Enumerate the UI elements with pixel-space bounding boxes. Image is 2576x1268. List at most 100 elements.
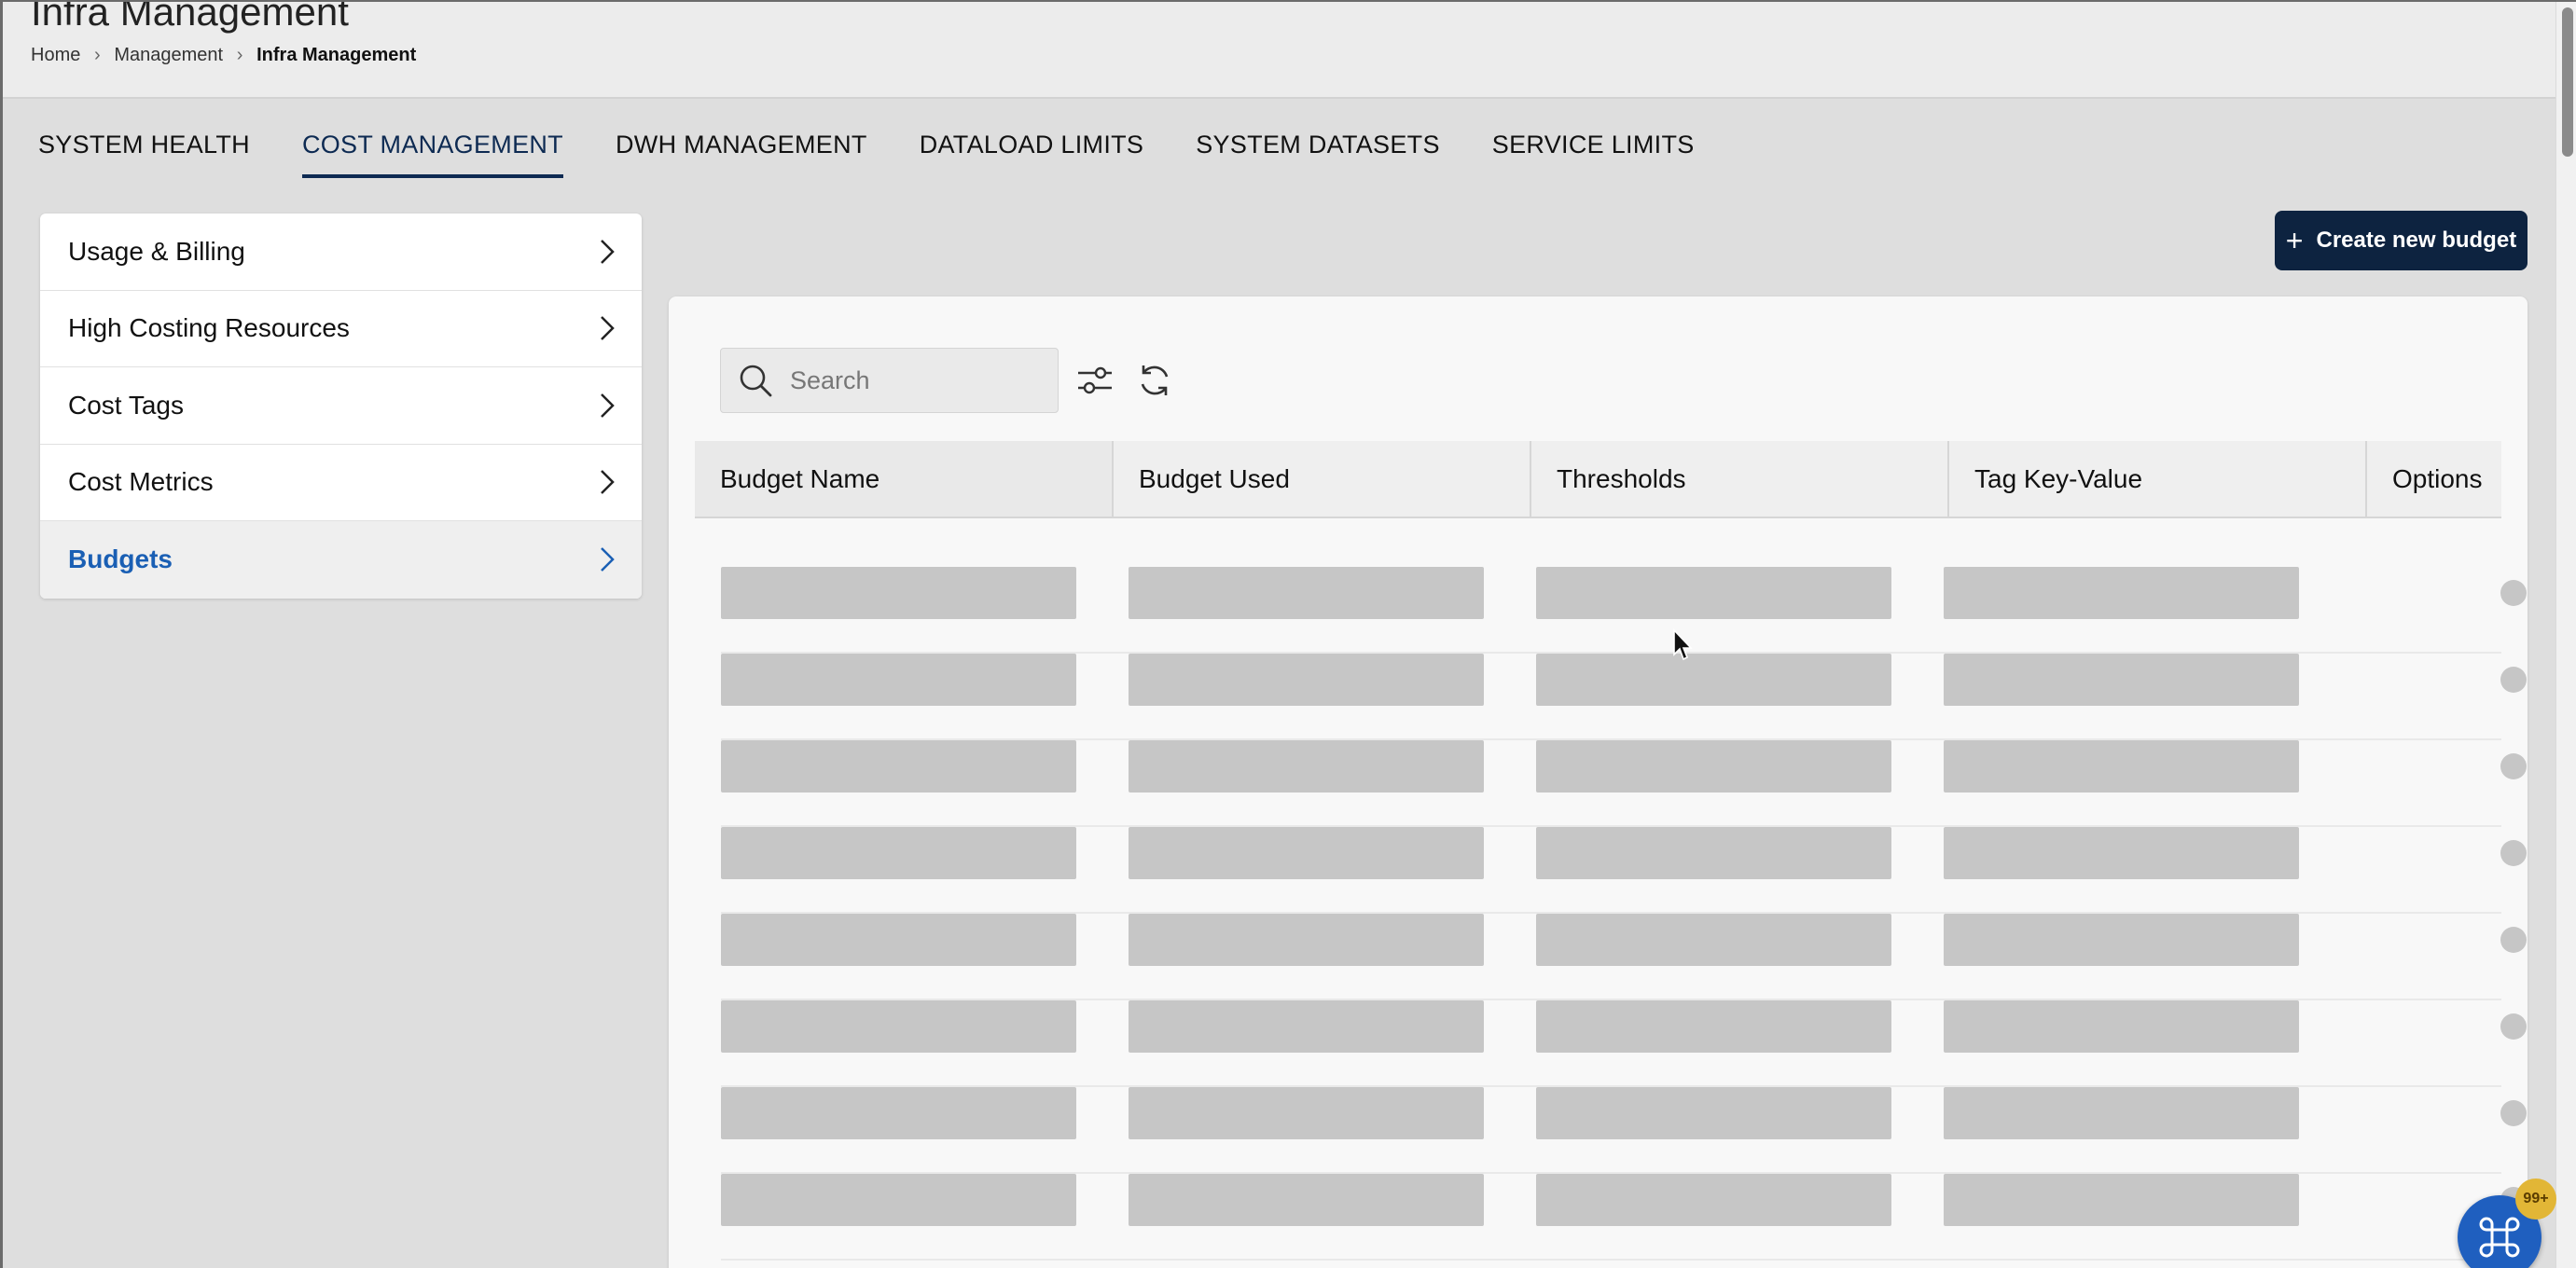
chevron-right-icon — [601, 470, 615, 495]
tab-dwh-management[interactable]: DWH MANAGEMENT — [616, 121, 867, 178]
skeleton-cell — [721, 567, 1076, 619]
chevron-right-icon — [601, 316, 615, 341]
chevron-right-icon — [601, 239, 615, 264]
breadcrumb-current: Infra Management — [256, 45, 417, 65]
skeleton-cell — [721, 1174, 1076, 1226]
skeleton-cell — [1129, 654, 1484, 706]
table-row — [721, 1174, 2527, 1261]
skeleton-cell — [1536, 1000, 1891, 1053]
sidebar-item-label: Cost Tags — [68, 390, 184, 420]
tab-system-datasets[interactable]: SYSTEM DATASETS — [1196, 121, 1440, 178]
skeleton-cell — [721, 914, 1076, 966]
skeleton-cell — [1536, 740, 1891, 792]
breadcrumb-home[interactable]: Home — [31, 45, 80, 66]
skeleton-cell — [721, 654, 1076, 706]
skeleton-options-dot — [2500, 840, 2527, 866]
skeleton-cell — [1536, 914, 1891, 966]
skeleton-options-dot — [2500, 667, 2527, 693]
sidebar-item-high-costing-resources[interactable]: High Costing Resources — [40, 291, 642, 367]
sidebar-item-label: Cost Metrics — [68, 467, 214, 497]
skeleton-cell — [1944, 1174, 2299, 1226]
create-new-budget-label: Create new budget — [2316, 227, 2517, 253]
search-icon — [740, 365, 772, 397]
skeleton-cell — [721, 1087, 1076, 1139]
mouse-cursor-icon — [1673, 628, 1693, 661]
table-row — [721, 1087, 2527, 1174]
tab-dataload-limits[interactable]: DATALOAD LIMITS — [920, 121, 1144, 178]
search-input[interactable] — [788, 365, 1040, 396]
table-row — [721, 654, 2527, 740]
table-row — [721, 914, 2527, 1000]
breadcrumb-management[interactable]: Management — [114, 45, 223, 66]
skeleton-cell — [1129, 1087, 1484, 1139]
main-tabs: SYSTEM HEALTH COST MANAGEMENT DWH MANAGE… — [38, 121, 1747, 178]
page-title: Infra Management — [31, 0, 349, 34]
sidebar-item-label: Budgets — [68, 544, 173, 574]
skeleton-cell — [1536, 567, 1891, 619]
skeleton-cell — [721, 740, 1076, 792]
cost-sidebar: Usage & Billing High Costing Resources C… — [40, 214, 642, 599]
app-page: Infra Management Home › Management › Inf… — [0, 0, 2576, 1268]
skeleton-cell — [1129, 567, 1484, 619]
sidebar-item-label: High Costing Resources — [68, 313, 350, 343]
chevron-right-icon — [601, 393, 615, 418]
column-header-budget-used[interactable]: Budget Used — [1114, 441, 1531, 517]
skeleton-cell — [1944, 1087, 2299, 1139]
skeleton-cell — [1944, 914, 2299, 966]
skeleton-options-dot — [2500, 1100, 2527, 1126]
skeleton-cell — [1536, 1087, 1891, 1139]
sliders-icon[interactable] — [1076, 362, 1114, 399]
skeleton-cell — [1536, 654, 1891, 706]
budgets-card: Budget Name Budget Used Thresholds Tag K… — [669, 296, 2528, 1268]
skeleton-cell — [1944, 567, 2299, 619]
refresh-icon[interactable] — [1136, 362, 1173, 399]
table-row — [721, 827, 2527, 914]
table-body — [721, 567, 2527, 1261]
tab-service-limits[interactable]: SERVICE LIMITS — [1492, 121, 1695, 178]
skeleton-cell — [1536, 827, 1891, 879]
search-box[interactable] — [720, 348, 1059, 413]
column-header-budget-name[interactable]: Budget Name — [695, 441, 1114, 517]
skeleton-options-dot — [2500, 753, 2527, 779]
sidebar-item-budgets[interactable]: Budgets — [40, 521, 642, 599]
breadcrumb-separator-icon: › — [94, 45, 101, 65]
create-new-budget-button[interactable]: + Create new budget — [2275, 211, 2528, 270]
table-row — [721, 740, 2527, 827]
skeleton-cell — [1129, 1174, 1484, 1226]
column-header-options[interactable]: Options — [2367, 441, 2501, 517]
table-row — [721, 567, 2527, 654]
tab-system-health[interactable]: SYSTEM HEALTH — [38, 121, 250, 178]
skeleton-cell — [1944, 654, 2299, 706]
skeleton-options-dot — [2500, 1013, 2527, 1040]
breadcrumb: Home › Management › Infra Management — [31, 45, 416, 66]
skeleton-options-dot — [2500, 927, 2527, 953]
skeleton-cell — [721, 1000, 1076, 1053]
skeleton-cell — [1944, 1000, 2299, 1053]
page-scrollbar[interactable] — [2555, 2, 2576, 1268]
tab-cost-management[interactable]: COST MANAGEMENT — [301, 121, 563, 178]
sidebar-item-cost-metrics[interactable]: Cost Metrics — [40, 445, 642, 521]
skeleton-cell — [1129, 914, 1484, 966]
skeleton-cell — [1944, 827, 2299, 879]
column-header-thresholds[interactable]: Thresholds — [1531, 441, 1949, 517]
command-icon — [2479, 1217, 2520, 1258]
skeleton-cell — [1944, 740, 2299, 792]
plus-icon: + — [2285, 224, 2304, 257]
sidebar-item-label: Usage & Billing — [68, 236, 245, 266]
column-header-tag-key-value[interactable]: Tag Key-Value — [1949, 441, 2367, 517]
skeleton-cell — [1129, 827, 1484, 879]
table-row — [721, 1000, 2527, 1087]
skeleton-cell — [1536, 1174, 1891, 1226]
sidebar-item-cost-tags[interactable]: Cost Tags — [40, 367, 642, 445]
skeleton-options-dot — [2500, 580, 2527, 606]
page-header: Infra Management Home › Management › Inf… — [3, 2, 2555, 99]
scrollbar-thumb[interactable] — [2562, 7, 2573, 157]
skeleton-cell — [1129, 740, 1484, 792]
chevron-right-icon — [601, 547, 615, 572]
breadcrumb-separator-icon: › — [236, 45, 243, 65]
skeleton-cell — [1129, 1000, 1484, 1053]
table-header: Budget Name Budget Used Thresholds Tag K… — [695, 441, 2501, 518]
skeleton-cell — [721, 827, 1076, 879]
sidebar-item-usage-billing[interactable]: Usage & Billing — [40, 214, 642, 291]
notification-badge: 99+ — [2515, 1178, 2556, 1220]
